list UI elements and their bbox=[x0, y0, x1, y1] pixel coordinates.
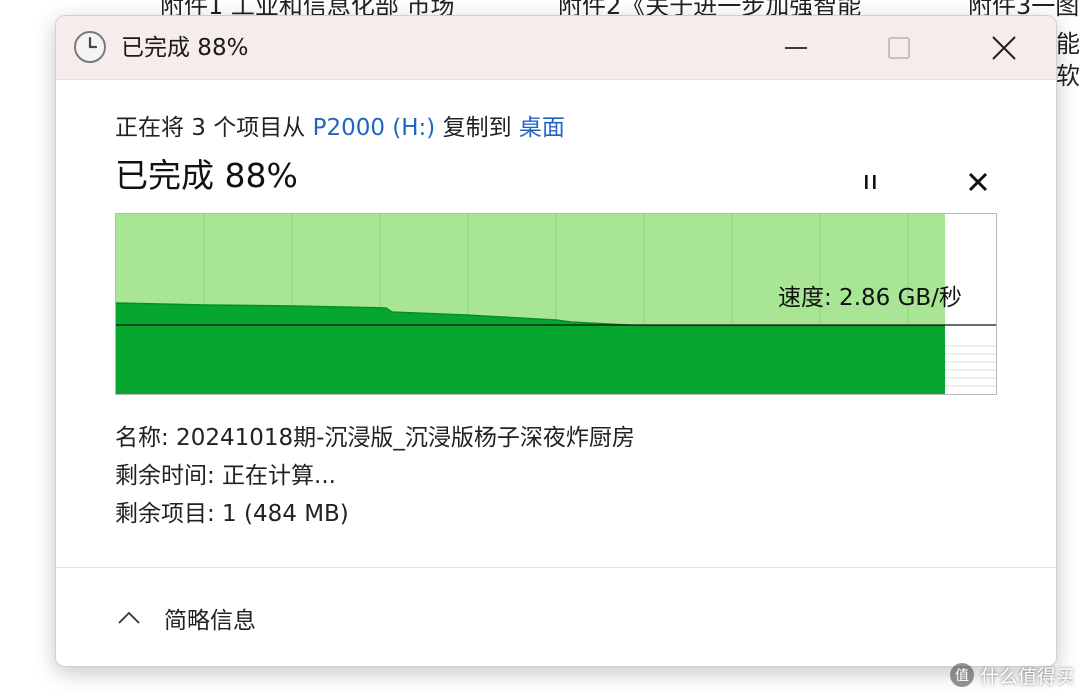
copy-middle: 复制到 bbox=[435, 115, 519, 141]
minimize-icon bbox=[785, 47, 807, 49]
minimize-button[interactable] bbox=[756, 16, 836, 80]
speed-label: 速度: 2.86 GB/秒 bbox=[778, 285, 962, 311]
maximize-button[interactable] bbox=[859, 16, 939, 80]
window-title: 已完成 88% bbox=[121, 35, 249, 61]
fewer-details-button[interactable]: 简略信息 bbox=[116, 598, 256, 638]
copy-description: 正在将 3 个项目从 P2000 (H:) 复制到 桌面 bbox=[115, 112, 565, 144]
watermark-logo: 值 bbox=[950, 663, 974, 687]
maximize-icon bbox=[888, 37, 910, 59]
items-remaining-line: 剩余项目: 1 (484 MB) bbox=[115, 501, 349, 527]
file-name-line: 名称: 20241018期-沉浸版_沉浸版杨子深夜炸厨房 bbox=[115, 425, 635, 451]
dialog-footer: 简略信息 bbox=[56, 567, 1056, 666]
pause-button[interactable] bbox=[846, 162, 896, 202]
time-remaining-line: 剩余时间: 正在计算... bbox=[115, 463, 336, 489]
file-copy-dialog: 已完成 88% 正在将 3 个项目从 P2000 (H:) 复制到 桌面 已完成… bbox=[55, 15, 1057, 667]
background-text-5: 软件 bbox=[1056, 62, 1080, 90]
fewer-details-label: 简略信息 bbox=[164, 608, 256, 634]
site-watermark: 值 什么值得买 bbox=[950, 660, 1075, 690]
watermark-text: 什么值得买 bbox=[980, 665, 1076, 688]
destination-link[interactable]: 桌面 bbox=[519, 115, 565, 141]
background-text-4: 能网 bbox=[1056, 30, 1080, 58]
remaining-grid bbox=[945, 345, 996, 387]
pause-icon bbox=[865, 175, 876, 189]
cancel-button[interactable] bbox=[953, 162, 1003, 202]
copy-prefix: 正在将 3 个项目从 bbox=[115, 115, 313, 141]
chevron-up-icon bbox=[118, 611, 140, 624]
progress-status: 已完成 88% bbox=[115, 156, 298, 195]
cancel-icon bbox=[968, 172, 988, 192]
close-icon bbox=[992, 36, 1016, 60]
clock-icon bbox=[74, 31, 106, 63]
title-bar[interactable]: 已完成 88% bbox=[56, 16, 1056, 80]
dialog-content: 正在将 3 个项目从 P2000 (H:) 复制到 桌面 已完成 88% 速度:… bbox=[56, 80, 1056, 566]
close-window-button[interactable] bbox=[964, 16, 1044, 80]
source-link[interactable]: P2000 (H:) bbox=[313, 115, 436, 141]
